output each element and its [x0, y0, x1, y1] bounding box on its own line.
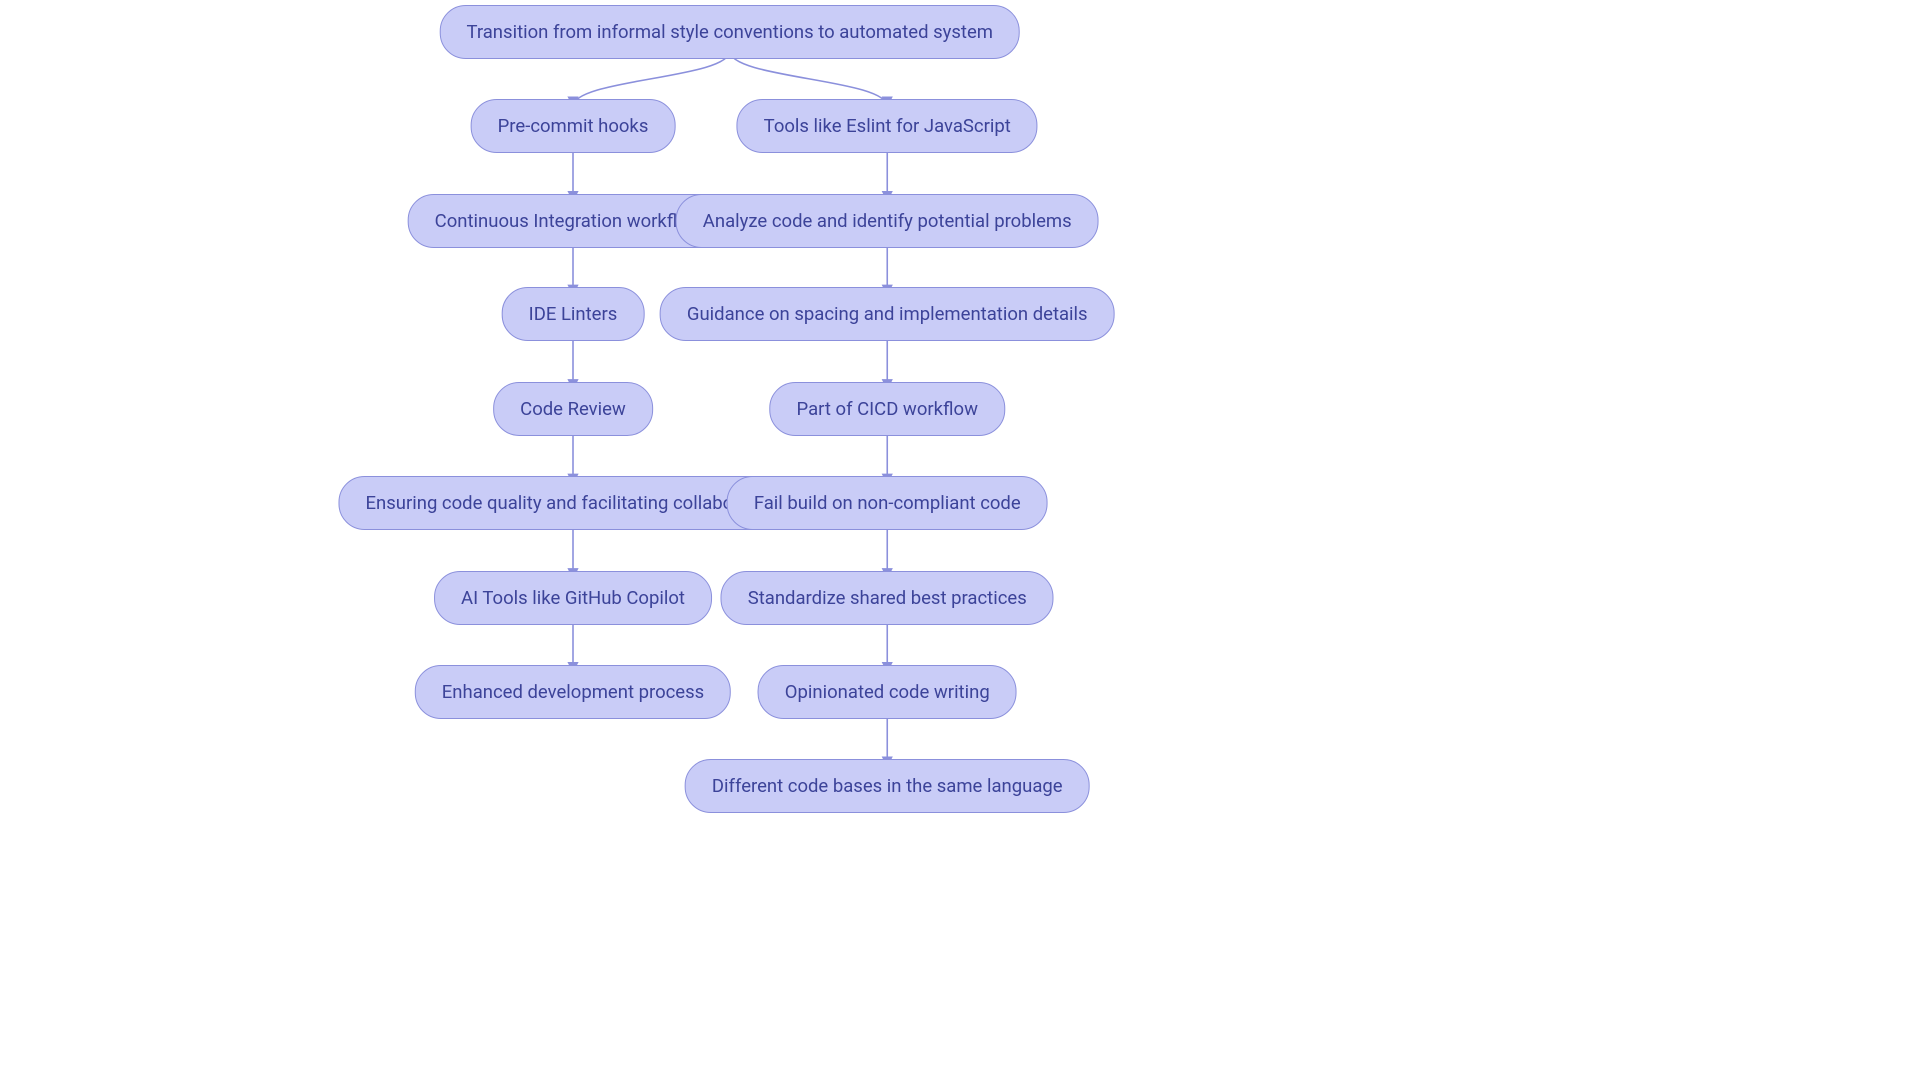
- flow-node-label: Transition from informal style conventio…: [466, 20, 993, 42]
- flow-node-r5: Fail build on non-compliant code: [727, 476, 1048, 530]
- flow-node-l1: Pre-commit hooks: [471, 99, 676, 153]
- flow-node-label: Fail build on non-compliant code: [754, 492, 1021, 514]
- flow-node-label: Analyze code and identify potential prob…: [703, 209, 1072, 231]
- flow-node-label: Part of CICD workflow: [797, 398, 978, 420]
- flow-node-r4: Part of CICD workflow: [770, 382, 1005, 436]
- flow-node-l6: AI Tools like GitHub Copilot: [434, 571, 712, 625]
- flow-node-r1: Tools like Eslint for JavaScript: [737, 99, 1038, 153]
- flow-node-label: IDE Linters: [529, 303, 618, 325]
- flow-node-l7: Enhanced development process: [415, 664, 731, 718]
- flow-node-label: Different code bases in the same languag…: [712, 775, 1063, 797]
- flow-node-label: Continuous Integration workflows: [435, 209, 712, 231]
- flow-node-r2: Analyze code and identify potential prob…: [676, 193, 1099, 247]
- flow-node-r6: Standardize shared best practices: [721, 571, 1054, 625]
- flow-node-label: Pre-commit hooks: [498, 115, 649, 137]
- flow-node-root: Transition from informal style conventio…: [439, 4, 1020, 58]
- flow-node-l3: IDE Linters: [502, 287, 645, 341]
- flow-node-label: Guidance on spacing and implementation d…: [687, 303, 1088, 325]
- flow-node-label: Standardize shared best practices: [748, 587, 1027, 609]
- flow-node-label: Code Review: [520, 398, 626, 420]
- flow-node-r3: Guidance on spacing and implementation d…: [660, 287, 1115, 341]
- flow-node-label: Opinionated code writing: [785, 680, 990, 702]
- flow-node-r8: Different code bases in the same languag…: [685, 759, 1090, 813]
- flow-node-label: Enhanced development process: [442, 680, 704, 702]
- flowchart-canvas: Transition from informal style conventio…: [0, 0, 1920, 1080]
- edge-layer: [0, 0, 1920, 1080]
- flow-node-l4: Code Review: [493, 382, 653, 436]
- flow-node-label: Tools like Eslint for JavaScript: [764, 115, 1011, 137]
- flow-node-r7: Opinionated code writing: [758, 664, 1017, 718]
- flow-node-label: AI Tools like GitHub Copilot: [461, 587, 685, 609]
- flow-node-label: Ensuring code quality and facilitating c…: [365, 492, 780, 514]
